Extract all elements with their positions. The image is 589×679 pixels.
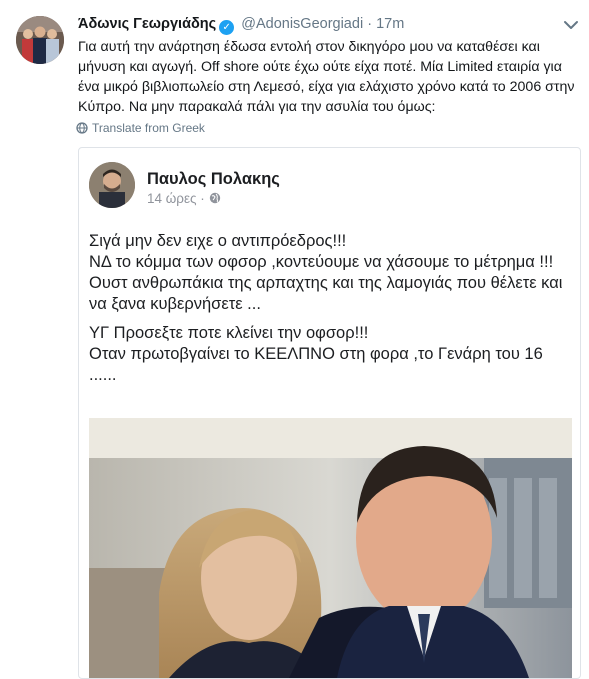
tweet-text: Για αυτή την ανάρτηση έδωσα εντολή στον … xyxy=(78,39,575,115)
globe-icon xyxy=(209,192,220,204)
tweet: Άδωνις Γεωργιάδης ✓ @AdonisGeorgiadi · 17… xyxy=(0,0,589,679)
author-avatar[interactable] xyxy=(16,16,64,64)
globe-icon xyxy=(76,122,88,134)
tweet-header: Άδωνις Γεωργιάδης ✓ @AdonisGeorgiadi · 17… xyxy=(78,14,404,35)
quoted-post-body: Σιγά μην δεν ειχε ο αντιπρόεδρος!!! ΝΔ τ… xyxy=(89,231,574,394)
verified-badge-icon: ✓ xyxy=(219,20,235,35)
translate-label: Translate from Greek xyxy=(92,121,205,135)
author-name[interactable]: Άδωνις Γεωργιάδης xyxy=(78,16,216,32)
chevron-down-icon[interactable] xyxy=(562,16,580,34)
quoted-author-avatar[interactable] xyxy=(89,162,135,208)
quoted-post-photo[interactable] xyxy=(89,418,572,678)
translate-link[interactable]: Translate from Greek xyxy=(76,120,205,136)
quoted-post-card[interactable]: Παυλος Πολακης 14 ώρες · Σιγά μην δεν ει… xyxy=(78,147,581,679)
quoted-post-paragraph: ΥΓ Προσεξτε ποτε κλείνει την οφσορ!!! Οτ… xyxy=(89,324,543,384)
quoted-post-paragraph: Σιγά μην δεν ειχε ο αντιπρόεδρος!!! ΝΔ τ… xyxy=(89,232,563,313)
author-handle[interactable]: @AdonisGeorgiadi xyxy=(241,16,363,32)
quoted-author-name[interactable]: Παυλος Πολακης xyxy=(147,170,280,189)
quoted-post-time[interactable]: 14 ώρες xyxy=(147,191,197,206)
separator-dot: · xyxy=(367,16,373,32)
separator-dot: · xyxy=(200,191,205,206)
tweet-timestamp[interactable]: 17m xyxy=(376,16,404,32)
quoted-post-meta: 14 ώρες · xyxy=(147,191,221,206)
